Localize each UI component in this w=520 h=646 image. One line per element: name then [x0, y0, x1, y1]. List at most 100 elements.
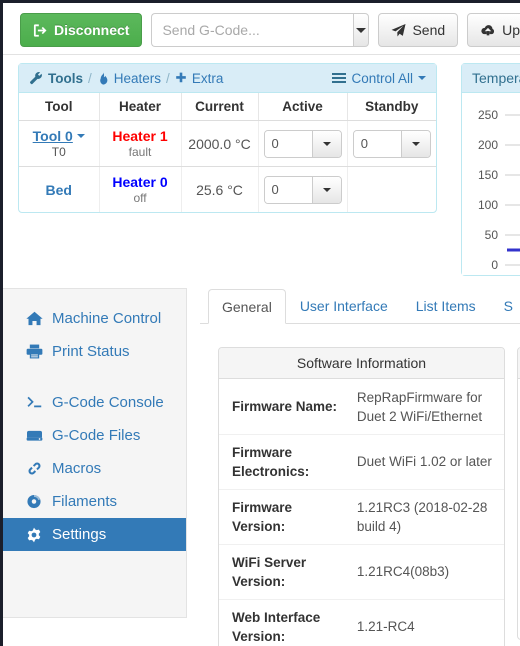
row-value-firmware-electronics: Duet WiFi 1.02 or later: [352, 433, 504, 489]
sidebar-item-macros[interactable]: Macros: [3, 452, 186, 485]
drive-icon: [25, 428, 43, 443]
gcode-input-group: [151, 13, 370, 47]
active-temp-dropdown-button[interactable]: [311, 130, 341, 157]
active-temp-cell-tool-0: 0: [258, 120, 348, 167]
printer-icon: [25, 344, 43, 359]
tool-0-label: Tool 0: [32, 128, 73, 144]
temperature-chart-area: 250 200 150 100 50 0: [462, 93, 520, 275]
tab-general[interactable]: General: [208, 289, 286, 324]
temperature-chart-panel: Temperature Chart 250 200 150 100: [461, 63, 520, 276]
sidebar-item-print-status[interactable]: Print Status: [3, 335, 186, 368]
sidebar-item-gcode-files[interactable]: G-Code Files: [3, 419, 186, 452]
disconnect-button[interactable]: Disconnect: [20, 13, 143, 47]
gcode-input[interactable]: [151, 13, 354, 47]
tab-user-interface[interactable]: User Interface: [286, 288, 402, 323]
hamburger-icon: [332, 72, 347, 84]
chevron-down-icon: [356, 27, 367, 33]
tools-panel: Tools / Heaters / Extra Control All Tool…: [18, 63, 437, 213]
sidebar-item-label: Machine Control: [52, 310, 162, 327]
bed-active-temp-value[interactable]: 0: [264, 176, 312, 203]
sidebar-item-machine-control[interactable]: Machine Control: [3, 302, 186, 335]
fire-icon: [97, 71, 109, 85]
sidebar-item-label: Filaments: [52, 493, 118, 510]
tool-0-link[interactable]: Tool 0: [33, 128, 85, 144]
upload-button[interactable]: Upload: [467, 13, 520, 47]
bed-link[interactable]: Bed: [46, 182, 72, 198]
column-header-tool: Tool: [19, 93, 100, 121]
active-temp-input-group[interactable]: 0: [263, 129, 342, 158]
top-toolbar: Disconnect Send G-Code... Send Up: [3, 3, 520, 55]
active-temp-value[interactable]: 0: [264, 130, 312, 157]
standby-temp-dropdown-button[interactable]: [400, 130, 430, 157]
column-header-active: Active: [258, 93, 348, 121]
column-header-current: Current: [181, 93, 259, 121]
tool-cell: Tool 0 T0: [19, 120, 100, 167]
chevron-down-icon: [411, 141, 420, 146]
control-all-label: Control All: [351, 70, 413, 86]
breadcrumb-extra[interactable]: Extra: [192, 71, 224, 86]
wrench-icon: [29, 71, 43, 85]
y-tick-100: 100: [478, 198, 498, 212]
sidebar-top-spacer: [3, 289, 186, 302]
current-temp-tool-0: 2000.0 °C: [181, 120, 259, 167]
breadcrumb-sep-2: /: [166, 70, 170, 86]
table-row: Bed Heater 0 off 25.6 °C 0: [19, 166, 436, 213]
y-tick-250: 250: [478, 108, 498, 122]
paper-plane-icon: [391, 23, 406, 38]
sidebar: Machine Control Print Status G-Code Cons…: [3, 288, 187, 618]
sidebar-item-label: G-Code Console: [52, 394, 164, 411]
heater-0-link[interactable]: Heater 0: [104, 174, 177, 190]
chevron-down-icon: [76, 134, 85, 138]
standby-temp-input-group[interactable]: 0: [352, 129, 431, 158]
table-row: Tool 0 T0 Heater 1 fault 2000.0 °C 0 0: [19, 120, 436, 167]
tools-breadcrumb: Tools / Heaters / Extra: [29, 71, 223, 86]
sidebar-divider-spacer: [3, 368, 186, 386]
send-button[interactable]: Send: [378, 13, 459, 47]
heater-1-link[interactable]: Heater 1: [104, 128, 177, 144]
bed-active-temp-input-group[interactable]: 0: [263, 175, 342, 204]
chart-y-axis-labels: 250 200 150 100 50 0: [478, 108, 498, 272]
main-content: General User Interface List Items S Soft…: [200, 288, 520, 646]
home-icon: [25, 311, 43, 326]
row-value-wifi-server-version: 1.21RC4(08b3): [352, 543, 504, 599]
sidebar-item-filaments[interactable]: Filaments: [3, 485, 186, 518]
chevron-down-icon: [322, 187, 331, 192]
software-information-title: Software Information: [219, 348, 504, 379]
current-temp-bed: 25.6 °C: [181, 166, 259, 212]
terminal-icon: [25, 395, 43, 410]
bed-active-temp-dropdown-button[interactable]: [311, 176, 341, 203]
gcode-history-dropdown-button[interactable]: [353, 13, 370, 47]
sidebar-item-label: Print Status: [52, 343, 130, 360]
upload-label: Upload: [502, 22, 520, 38]
window-left-edge: [0, 0, 3, 646]
table-row: Web Interface Version: 1.21-RC4: [219, 598, 504, 646]
tab-system-editor[interactable]: S: [490, 288, 520, 323]
chart-gridlines: [505, 114, 520, 266]
breadcrumb-tools[interactable]: Tools: [48, 71, 83, 86]
control-all-dropdown[interactable]: Control All: [332, 71, 426, 86]
chevron-down-icon: [418, 76, 426, 80]
sidebar-item-gcode-console[interactable]: G-Code Console: [3, 386, 186, 419]
chevron-down-icon: [322, 141, 331, 146]
column-header-heater: Heater: [99, 93, 182, 121]
sidebar-item-label: Macros: [52, 460, 102, 477]
standby-temp-value[interactable]: 0: [353, 130, 401, 157]
tab-list-items[interactable]: List Items: [402, 288, 490, 323]
app-viewport: Disconnect Send G-Code... Send Up Tools …: [0, 0, 520, 646]
tools-table: Tool Heater Current Active Standby Tool …: [19, 93, 436, 212]
sidebar-item-settings[interactable]: Settings: [3, 518, 186, 551]
row-key-web-interface-version: Web Interface Version:: [219, 598, 353, 646]
sidebar-item-label: G-Code Files: [52, 427, 141, 444]
tool-0-sub: T0: [51, 145, 66, 159]
tool-cell: Bed: [19, 166, 100, 212]
standby-temp-cell-bed: [347, 167, 436, 213]
row-value-web-interface-version: 1.21-RC4: [352, 598, 504, 646]
settings-tabs: General User Interface List Items S: [200, 288, 520, 324]
breadcrumb-sep-1: /: [88, 70, 92, 86]
software-information-table: Firmware Name: RepRapFirmware for Duet 2…: [219, 379, 504, 646]
breadcrumb-heaters[interactable]: Heaters: [114, 71, 161, 86]
disconnect-label: Disconnect: [54, 22, 130, 38]
table-row: WiFi Server Version: 1.21RC4(08b3): [219, 543, 504, 599]
disconnect-icon: [33, 23, 48, 38]
sidebar-item-label: Settings: [52, 526, 107, 543]
